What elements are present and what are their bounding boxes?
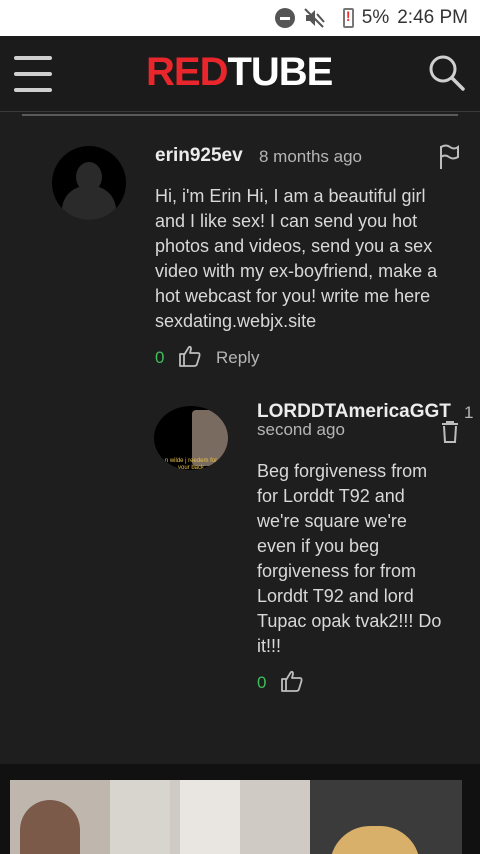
video-thumbnail[interactable] — [10, 780, 462, 854]
comment-line: for Lorddt T92 and — [257, 486, 405, 506]
avatar-caption: n wilde j reedem for your back — [164, 458, 218, 470]
avatar[interactable]: n wilde j reedem for your back — [154, 406, 228, 470]
mute-icon — [304, 8, 325, 28]
do-not-disturb-icon — [274, 8, 295, 28]
top-nav-bar: REDTUBE — [0, 36, 480, 112]
comment-line: Tupac opak tvak2!!! Do — [257, 611, 442, 631]
thumbs-up-icon[interactable] — [178, 344, 202, 368]
status-icons: 5% 2:46 PM — [274, 0, 468, 36]
divider — [22, 114, 458, 116]
comment-timestamp: second ago — [257, 420, 345, 439]
thumbs-up-icon[interactable] — [280, 669, 304, 693]
reply-button[interactable]: Reply — [216, 348, 259, 368]
like-count: 0 — [155, 348, 165, 367]
comment-line[interactable]: sexdating.webjx.site — [155, 309, 465, 334]
site-logo[interactable]: REDTUBE — [146, 50, 333, 95]
battery-low-icon — [342, 8, 354, 28]
comment-line: video with my ex-boyfriend, make a — [155, 261, 438, 281]
flag-icon[interactable] — [438, 144, 460, 170]
comment-line: and I like sex! I can send you hot — [155, 211, 418, 231]
logo-white-part: TUBE — [227, 50, 333, 94]
logo-red-part: RED — [146, 50, 228, 94]
comment-username[interactable]: erin925ev — [155, 145, 243, 167]
search-icon[interactable] — [428, 54, 466, 92]
status-bar: 5% 2:46 PM — [0, 0, 480, 36]
menu-icon[interactable] — [14, 56, 52, 92]
comment-timestamp-number: 1 — [464, 403, 474, 422]
avatar[interactable] — [52, 146, 126, 220]
clock: 2:46 PM — [397, 7, 468, 28]
comment-line: it!!! — [257, 636, 282, 656]
comment-line: Hi, i'm Erin Hi, I am a beautiful girl — [155, 186, 426, 206]
trash-icon[interactable] — [440, 420, 460, 444]
like-count: 0 — [257, 673, 267, 692]
comment-body: Hi, i'm Erin Hi, I am a beautiful girl a… — [155, 184, 465, 334]
comment-body: Beg forgiveness from for Lorddt T92 and … — [257, 459, 467, 659]
comment-line: even if you beg — [257, 536, 380, 556]
battery-percent: 5% — [361, 7, 390, 28]
comment-line: Beg forgiveness from — [257, 461, 428, 481]
comment-line: hot webcast for you! write me here — [155, 286, 431, 306]
comment-line: photos and videos, send you a sex — [155, 236, 433, 256]
comment-line: we're square we're — [257, 511, 407, 531]
comment-line: forgiveness for from — [257, 561, 417, 581]
comment-line: Lorddt T92 and lord — [257, 586, 414, 606]
comment-timestamp: 8 months ago — [259, 147, 363, 166]
